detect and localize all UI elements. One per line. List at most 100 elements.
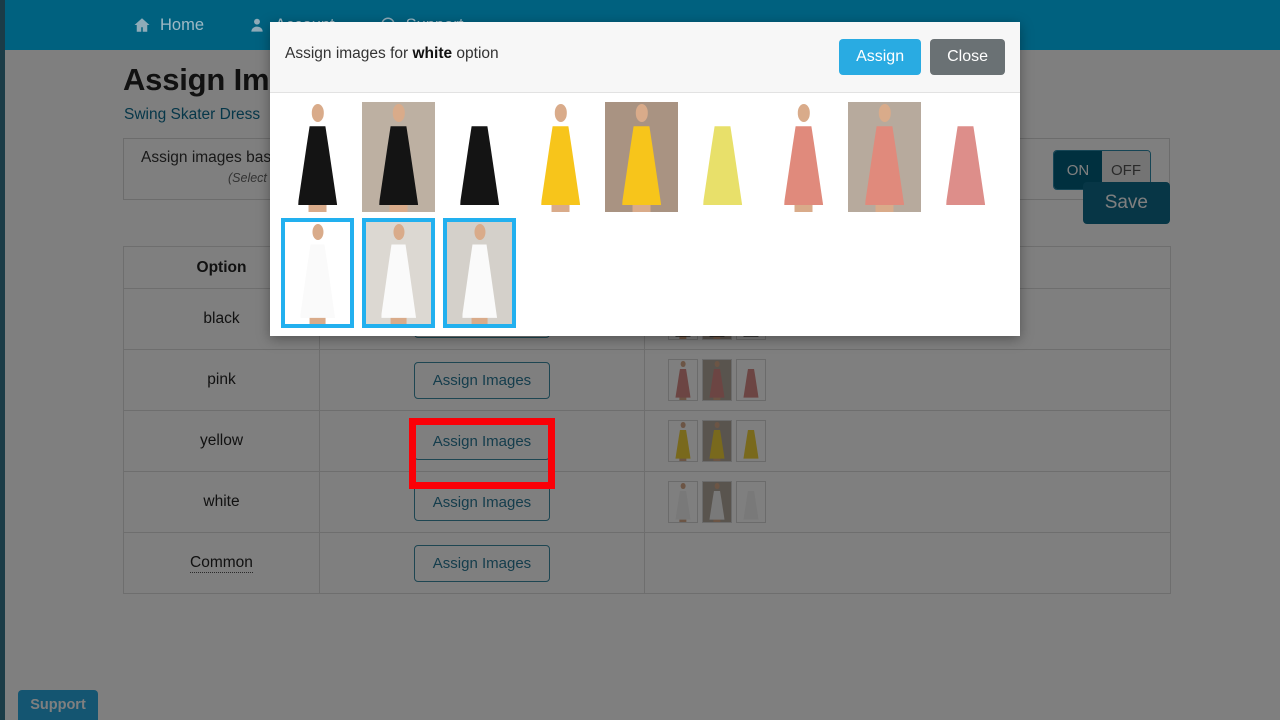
image-option[interactable]	[443, 102, 516, 212]
image-thumbnail	[929, 102, 1002, 212]
product-photo	[686, 102, 759, 212]
image-thumbnail	[848, 102, 921, 212]
modal-title-suffix: option	[452, 45, 499, 62]
product-photo	[669, 482, 697, 522]
modal-title-option: white	[412, 45, 453, 62]
option-cell: white	[123, 471, 320, 533]
table-row: yellow Assign Images	[123, 410, 1171, 472]
image-option[interactable]	[524, 102, 597, 212]
modal-title: Assign images for white option	[285, 45, 499, 63]
product-photo	[767, 102, 840, 212]
product-photo	[443, 102, 516, 212]
assigned-thumbnail[interactable]	[702, 359, 732, 401]
left-edge-rail	[0, 0, 5, 720]
image-option[interactable]	[605, 102, 678, 212]
assigned-thumbnail[interactable]	[702, 420, 732, 462]
product-photo	[737, 360, 765, 400]
product-photo	[281, 102, 354, 212]
option-label: Common	[190, 554, 253, 573]
image-option[interactable]	[281, 102, 354, 212]
image-thumbnail	[686, 102, 759, 212]
image-thumbnail	[605, 102, 678, 212]
user-icon	[248, 16, 266, 34]
action-cell: Assign Images	[319, 349, 645, 411]
option-cell: pink	[123, 349, 320, 411]
modal-actions: Assign Close	[839, 39, 1005, 75]
table-row: Common Assign Images	[123, 532, 1171, 594]
image-grid	[277, 99, 1015, 331]
assigned-thumbnail[interactable]	[668, 359, 698, 401]
product-photo	[703, 360, 731, 400]
close-button[interactable]: Close	[930, 39, 1005, 75]
image-thumbnail	[366, 222, 431, 324]
assigned-thumbnail[interactable]	[736, 481, 766, 523]
product-link[interactable]: Swing Skater Dress	[124, 106, 260, 124]
images-cell	[644, 532, 1171, 594]
image-option[interactable]	[362, 102, 435, 212]
option-cell: yellow	[123, 410, 320, 472]
option-label: yellow	[199, 432, 244, 449]
option-label: white	[203, 493, 240, 510]
product-photo	[848, 102, 921, 212]
table-row: pink Assign Images	[123, 349, 1171, 411]
thumbnail-list	[646, 359, 1169, 401]
assigned-thumbnail[interactable]	[736, 359, 766, 401]
product-photo	[703, 421, 731, 461]
support-widget-button[interactable]: Support	[18, 690, 98, 720]
screen-root: Home Account Support Assign Images Swing…	[0, 0, 1280, 720]
table-row: white Assign Images	[123, 471, 1171, 533]
product-photo	[447, 222, 512, 324]
assign-button[interactable]: Assign	[839, 39, 922, 75]
product-photo	[669, 360, 697, 400]
thumbnail-list	[646, 420, 1169, 462]
image-thumbnail	[447, 222, 512, 324]
assigned-thumbnail[interactable]	[702, 481, 732, 523]
image-thumbnail	[767, 102, 840, 212]
assign-images-button[interactable]: Assign Images	[413, 483, 551, 521]
image-thumbnail	[281, 102, 354, 212]
image-option[interactable]	[848, 102, 921, 212]
product-photo	[737, 421, 765, 461]
images-cell	[644, 410, 1171, 472]
option-cell: Common	[123, 532, 320, 594]
product-photo	[929, 102, 1002, 212]
assigned-thumbnail[interactable]	[668, 420, 698, 462]
image-thumbnail	[443, 102, 516, 212]
assign-images-modal: Assign images for white option Assign Cl…	[270, 22, 1020, 336]
images-cell	[644, 349, 1171, 411]
product-photo	[737, 482, 765, 522]
image-option[interactable]	[686, 102, 759, 212]
modal-header: Assign images for white option Assign Cl…	[270, 22, 1020, 93]
image-thumbnail	[524, 102, 597, 212]
product-photo	[366, 222, 431, 324]
images-cell	[644, 471, 1171, 533]
image-option-selected[interactable]	[443, 218, 516, 328]
assigned-thumbnail[interactable]	[736, 420, 766, 462]
image-thumbnail	[362, 102, 435, 212]
thumbnail-list	[646, 481, 1169, 523]
highlight-annotation-box	[409, 418, 555, 489]
product-photo	[605, 102, 678, 212]
modal-body	[270, 93, 1020, 339]
assign-images-button[interactable]: Assign Images	[413, 544, 551, 582]
image-option-selected[interactable]	[281, 218, 354, 328]
product-photo	[362, 102, 435, 212]
product-photo	[285, 222, 350, 324]
image-thumbnail	[285, 222, 350, 324]
option-label: black	[203, 310, 240, 327]
image-option-selected[interactable]	[362, 218, 435, 328]
product-photo	[669, 421, 697, 461]
product-photo	[524, 102, 597, 212]
assigned-thumbnail[interactable]	[668, 481, 698, 523]
image-option[interactable]	[929, 102, 1002, 212]
product-photo	[703, 482, 731, 522]
nav-item-home[interactable]: Home	[133, 16, 204, 35]
home-icon	[133, 16, 151, 34]
action-cell: Assign Images	[319, 532, 645, 594]
option-label: pink	[207, 371, 236, 388]
image-option[interactable]	[767, 102, 840, 212]
assign-images-button[interactable]: Assign Images	[413, 361, 551, 399]
modal-title-prefix: Assign images for	[285, 45, 413, 62]
nav-label-home: Home	[160, 15, 205, 34]
save-button[interactable]: Save	[1082, 182, 1170, 224]
